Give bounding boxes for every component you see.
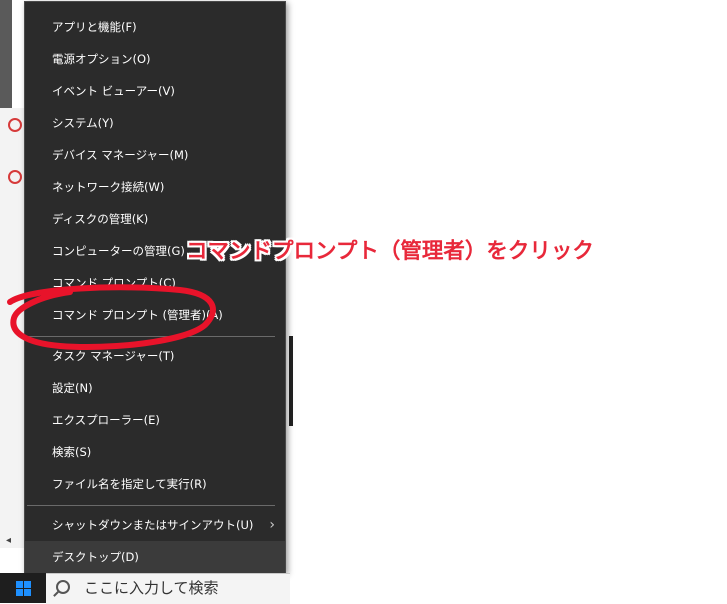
background-window-edge	[0, 0, 12, 108]
menu-item-run[interactable]: ファイル名を指定して実行(R)	[25, 468, 285, 500]
search-placeholder: ここに入力して検索	[84, 579, 219, 597]
menu-separator	[27, 505, 275, 506]
menu-item-desktop[interactable]: デスクトップ(D)	[25, 541, 285, 573]
search-icon	[56, 580, 70, 594]
chevron-right-icon: ›	[269, 517, 275, 533]
menu-item-device-manager[interactable]: デバイス マネージャー(M)	[25, 139, 285, 171]
menu-item-event-viewer[interactable]: イベント ビューアー(V)	[25, 75, 285, 107]
menu-item-search[interactable]: 検索(S)	[25, 436, 285, 468]
menu-item-disk-management[interactable]: ディスクの管理(K)	[25, 203, 285, 235]
start-button[interactable]	[0, 573, 46, 603]
winx-context-menu: アプリと機能(F) 電源オプション(O) イベント ビューアー(V) システム(…	[24, 1, 286, 573]
scroll-left-icon[interactable]: ◂	[6, 535, 11, 546]
menu-item-shutdown-signout[interactable]: シャットダウンまたはサインアウト(U) ›	[25, 509, 285, 541]
menu-item-command-prompt-admin[interactable]: コマンド プロンプト (管理者)(A)	[25, 299, 285, 331]
windows-logo-icon	[15, 580, 31, 596]
background-red-icon	[8, 170, 22, 184]
background-red-icon	[8, 118, 22, 132]
menu-item-system[interactable]: システム(Y)	[25, 107, 285, 139]
menu-item-label: シャットダウンまたはサインアウト(U)	[52, 518, 254, 532]
menu-item-command-prompt[interactable]: コマンド プロンプト(C)	[25, 267, 285, 299]
menu-item-explorer[interactable]: エクスプローラー(E)	[25, 404, 285, 436]
menu-separator	[27, 336, 275, 337]
taskbar: ここに入力して検索	[0, 573, 290, 604]
instruction-annotation: コマンドプロンプト（管理者）をクリック	[186, 239, 594, 264]
taskbar-search-box[interactable]: ここに入力して検索	[46, 573, 290, 604]
menu-item-power-options[interactable]: 電源オプション(O)	[25, 43, 285, 75]
background-window: ◂	[0, 108, 25, 548]
menu-item-settings[interactable]: 設定(N)	[25, 372, 285, 404]
background-window-edge-right	[289, 336, 293, 426]
menu-item-network-connections[interactable]: ネットワーク接続(W)	[25, 171, 285, 203]
menu-item-task-manager[interactable]: タスク マネージャー(T)	[25, 340, 285, 372]
menu-item-apps-features[interactable]: アプリと機能(F)	[25, 11, 285, 43]
